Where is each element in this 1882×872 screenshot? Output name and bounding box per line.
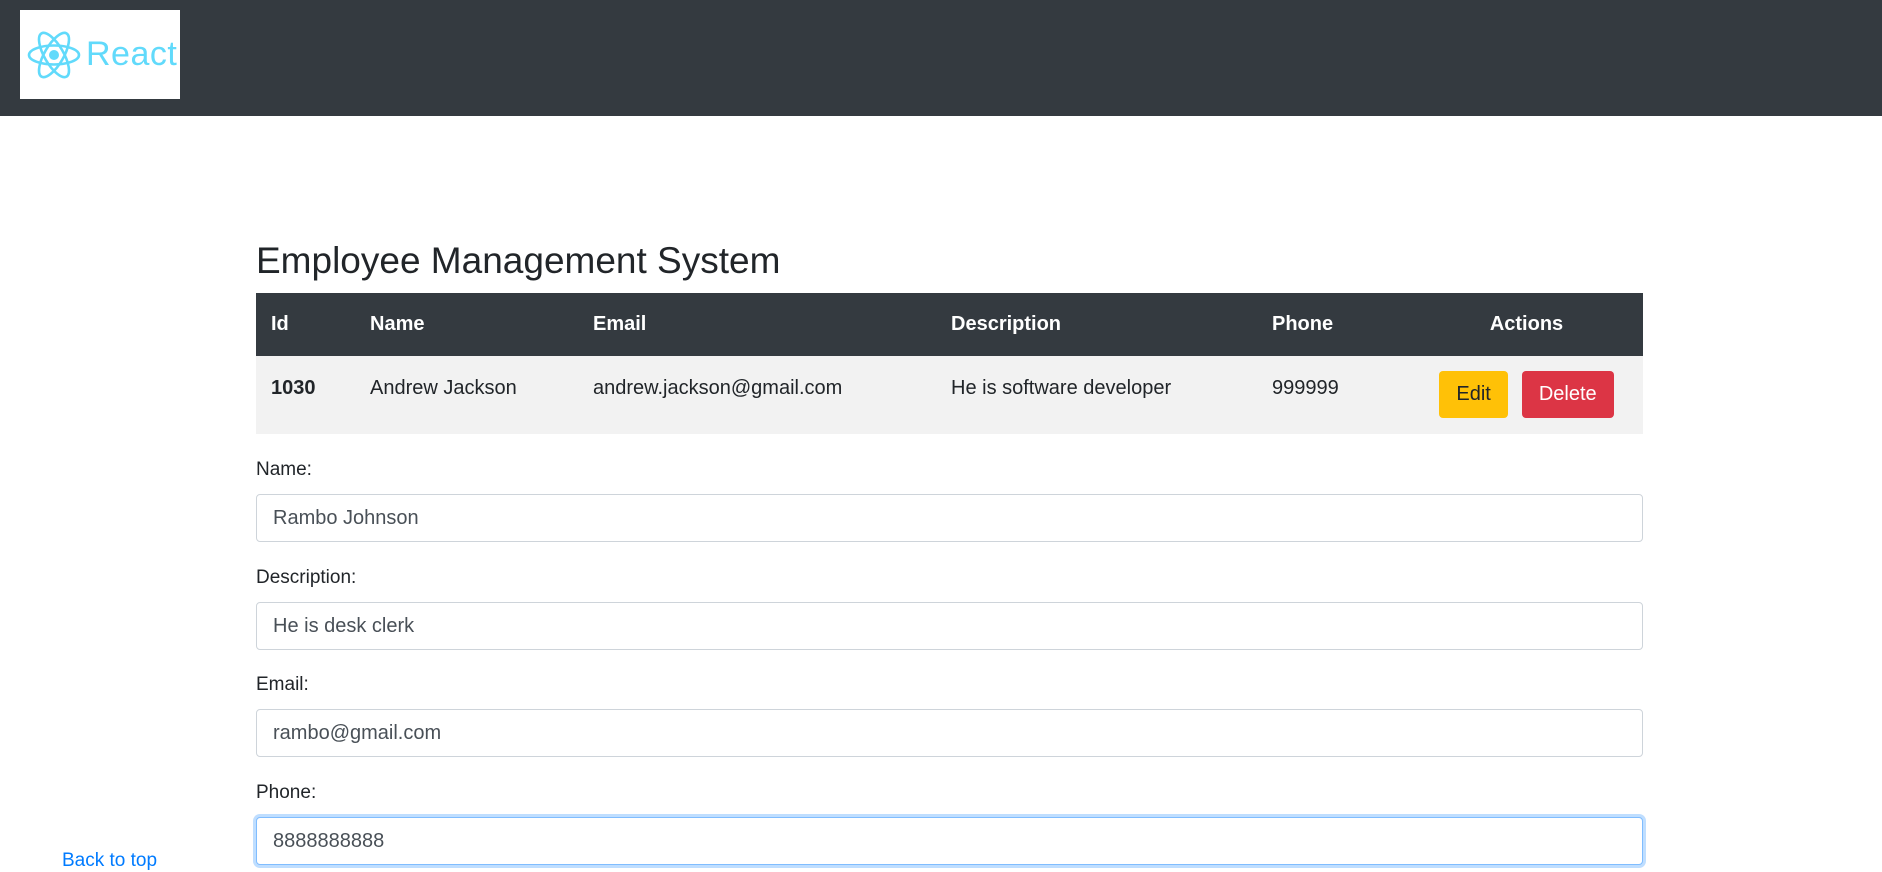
column-header-actions: Actions bbox=[1489, 313, 1564, 335]
table-row: 1030 Andrew Jackson andrew.jackson@gmail… bbox=[256, 356, 1643, 434]
column-header-phone: Phone bbox=[1272, 313, 1334, 335]
cell-description: He is software developer bbox=[951, 377, 1172, 399]
employee-table: Id Name Email Description Phone Actions … bbox=[256, 293, 1643, 434]
column-header-id: Id bbox=[271, 313, 289, 335]
cell-id: 1030 bbox=[271, 377, 316, 399]
email-input[interactable] bbox=[256, 709, 1643, 757]
description-label: Description: bbox=[256, 567, 357, 588]
cell-phone: 999999 bbox=[1272, 377, 1339, 399]
delete-button[interactable]: Delete bbox=[1521, 371, 1614, 418]
phone-label: Phone: bbox=[256, 782, 317, 803]
back-to-top-link[interactable]: Back to top bbox=[62, 850, 157, 872]
email-label: Email: bbox=[256, 674, 309, 695]
description-input[interactable] bbox=[256, 602, 1643, 650]
page-title: Employee Management System bbox=[256, 240, 781, 281]
top-navbar: React bbox=[0, 0, 1882, 116]
logo-text: React bbox=[86, 35, 178, 73]
cell-name: Andrew Jackson bbox=[370, 377, 517, 399]
name-label: Name: bbox=[256, 459, 312, 480]
edit-button[interactable]: Edit bbox=[1439, 371, 1508, 418]
cell-actions: Edit Delete bbox=[1410, 356, 1643, 434]
react-logo[interactable]: React bbox=[20, 10, 180, 99]
cell-email: andrew.jackson@gmail.com bbox=[593, 377, 843, 399]
column-header-name: Name bbox=[370, 313, 425, 335]
phone-input[interactable] bbox=[256, 817, 1643, 865]
column-header-description: Description bbox=[951, 313, 1062, 335]
name-input[interactable] bbox=[256, 494, 1643, 542]
react-atom-icon bbox=[27, 31, 81, 78]
column-header-email: Email bbox=[593, 313, 647, 335]
table-header-row: Id Name Email Description Phone Actions bbox=[256, 293, 1643, 356]
